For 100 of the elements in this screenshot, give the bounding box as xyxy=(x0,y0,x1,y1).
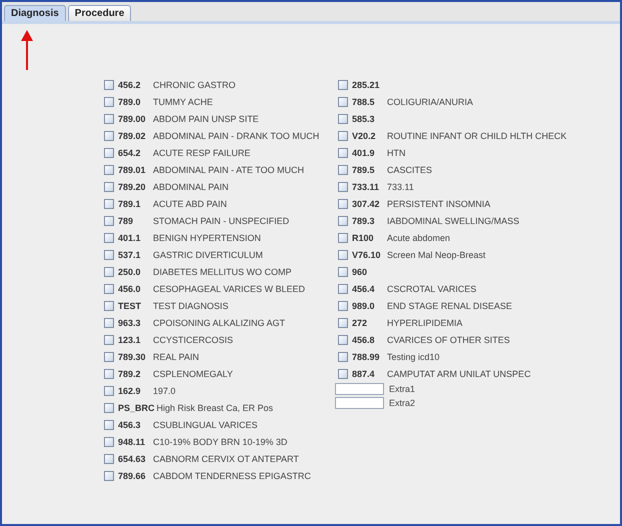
diagnosis-code: 789.1 xyxy=(118,198,142,208)
diagnosis-description: CESOPHAGEAL VARICES W BLEED xyxy=(153,284,306,294)
diagnosis-description: CAMPUTAT ARM UNILAT UNSPEC xyxy=(387,368,531,378)
diagnosis-code: 789.30 xyxy=(118,352,147,362)
diagnosis-description: CSPLENOMEGALY xyxy=(153,368,233,378)
diagnosis-code: 537.1 xyxy=(118,250,142,260)
checkbox[interactable] xyxy=(104,130,114,140)
diagnosis-code: 789.3 xyxy=(352,216,376,226)
checkbox[interactable] xyxy=(338,318,348,328)
diagnosis-code: 960 xyxy=(352,266,368,276)
diagnosis-description: Screen Mal Neop-Breast xyxy=(387,250,486,260)
checkbox[interactable] xyxy=(104,386,114,396)
diagnosis-description: CPOISONING ALKALIZING AGT xyxy=(153,318,286,328)
diagnosis-description: END STAGE RENAL DISEASE xyxy=(387,300,512,310)
checkbox[interactable] xyxy=(338,96,348,106)
diagnosis-code: TEST xyxy=(118,300,142,310)
checkbox[interactable] xyxy=(104,284,114,294)
checkbox[interactable] xyxy=(338,148,348,158)
checkbox[interactable] xyxy=(338,80,348,90)
diagnosis-code: 123.1 xyxy=(118,334,142,344)
diagnosis-description: ABDOMINAL PAIN xyxy=(153,182,229,192)
diagnosis-description: CHRONIC GASTRO xyxy=(153,80,236,90)
diagnosis-description: CCYSTICERCOSIS xyxy=(153,334,234,344)
checkbox[interactable] xyxy=(338,334,348,344)
diagnosis-code: 456.0 xyxy=(118,284,142,294)
checkbox[interactable] xyxy=(104,352,114,362)
diagnosis-description: TUMMY ACHE xyxy=(153,96,213,106)
diagnosis-description: 733.11 xyxy=(387,182,414,192)
diagnosis-description: DIABETES MELLITUS WO COMP xyxy=(153,266,292,276)
diagnosis-code: 789.0 xyxy=(118,96,142,106)
diagnosis-code: 789.5 xyxy=(352,164,376,174)
checkbox[interactable] xyxy=(104,402,114,412)
checkbox[interactable] xyxy=(104,232,114,242)
checkbox[interactable] xyxy=(338,198,348,208)
diagnosis-description: ROUTINE INFANT OR CHILD HLTH CHECK xyxy=(387,130,567,140)
diagnosis-description: TEST DIAGNOSIS xyxy=(153,300,228,310)
diagnosis-code: 789.00 xyxy=(118,114,147,124)
checkbox[interactable] xyxy=(104,266,114,276)
diagnosis-code: 789.20 xyxy=(118,182,147,192)
diagnosis-description: ABDOM PAIN UNSP SITE xyxy=(153,114,259,124)
diagnosis-description: REAL PAIN xyxy=(153,352,200,362)
checkbox[interactable] xyxy=(104,164,114,174)
diagnosis-description: IABDOMINAL SWELLING/MASS xyxy=(387,216,520,226)
diagnosis-description: CVARICES OF OTHER SITES xyxy=(387,334,510,344)
checkbox[interactable] xyxy=(104,80,114,90)
checkbox[interactable] xyxy=(338,266,348,276)
checkbox[interactable] xyxy=(338,250,348,260)
diagnosis-description: Testing icd10 xyxy=(387,352,440,362)
checkbox[interactable] xyxy=(104,198,114,208)
diagnosis-description: BENIGN HYPERTENSION xyxy=(153,232,261,242)
checkbox[interactable] xyxy=(338,352,348,362)
checkbox[interactable] xyxy=(338,114,348,124)
checkbox[interactable] xyxy=(338,232,348,242)
checkbox[interactable] xyxy=(104,250,114,260)
checkbox[interactable] xyxy=(104,300,114,310)
diagnosis-description: ACUTE ABD PAIN xyxy=(153,198,227,208)
diagnosis-description: HTN xyxy=(387,148,406,158)
checkbox[interactable] xyxy=(338,368,348,378)
diagnosis-description: STOMACH PAIN - UNSPECIFIED xyxy=(153,216,290,226)
diagnosis-code: PS_BRC xyxy=(118,402,155,412)
checkbox[interactable] xyxy=(104,454,114,464)
checkbox[interactable] xyxy=(104,368,114,378)
checkbox[interactable] xyxy=(338,182,348,192)
checkbox[interactable] xyxy=(104,420,114,430)
diagnosis-code: 733.11 xyxy=(352,182,380,192)
checkbox[interactable] xyxy=(104,182,114,192)
text-field[interactable] xyxy=(335,383,384,395)
diagnosis-code: 788.99 xyxy=(352,352,381,362)
text-field[interactable] xyxy=(335,397,384,409)
diagnosis-code: 789.01 xyxy=(118,164,147,174)
diagnosis-code: 788.5 xyxy=(352,96,376,106)
checkbox[interactable] xyxy=(104,318,114,328)
diagnosis-code: 989.0 xyxy=(352,300,376,310)
checkbox[interactable] xyxy=(104,334,114,344)
diagnosis-code: 401.9 xyxy=(352,148,376,158)
checkbox[interactable] xyxy=(338,130,348,140)
diagnosis-description: CSUBLINGUAL VARICES xyxy=(153,420,258,430)
diagnosis-code: V20.2 xyxy=(352,130,377,140)
checkbox[interactable] xyxy=(338,164,348,174)
diagnosis-code: 654.63 xyxy=(118,454,147,464)
checkbox[interactable] xyxy=(104,114,114,124)
checkbox[interactable] xyxy=(338,300,348,310)
checkbox[interactable] xyxy=(104,216,114,226)
checkbox[interactable] xyxy=(104,96,114,106)
tab[interactable]: Diagnosis xyxy=(4,5,66,21)
diagnosis-code: 963.3 xyxy=(118,318,142,328)
diagnosis-description: PERSISTENT INSOMNIA xyxy=(387,198,490,208)
diagnosis-code: 789.02 xyxy=(118,130,147,140)
tab[interactable]: Procedure xyxy=(68,5,132,21)
checkbox[interactable] xyxy=(104,470,114,480)
checkbox[interactable] xyxy=(104,436,114,446)
diagnosis-description: Acute abdomen xyxy=(387,232,450,242)
diagnosis-code: 162.9 xyxy=(118,386,142,396)
checkbox[interactable] xyxy=(338,284,348,294)
diagnosis-code: 272 xyxy=(352,318,368,328)
diagnosis-description: 197.0 xyxy=(153,386,176,396)
checkbox[interactable] xyxy=(104,148,114,158)
diagnosis-code: 789.2 xyxy=(118,368,142,378)
checkbox[interactable] xyxy=(338,216,348,226)
diagnosis-description: ABDOMINAL PAIN - DRANK TOO MUCH xyxy=(153,130,320,140)
